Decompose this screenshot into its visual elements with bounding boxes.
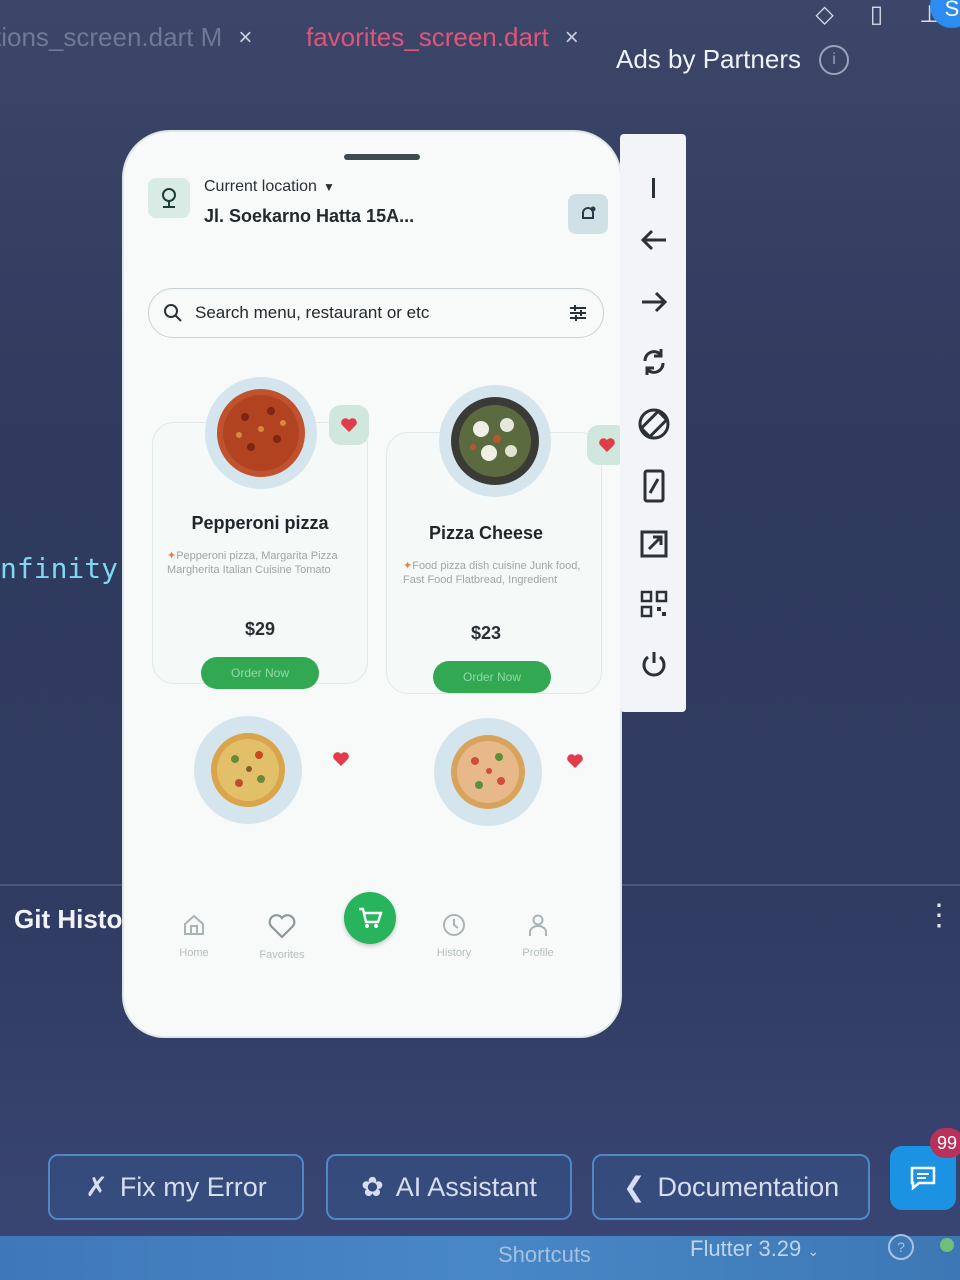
info-icon[interactable]: i (818, 44, 849, 75)
forward-arrow-icon[interactable] (634, 282, 674, 322)
heart-icon[interactable] (560, 746, 590, 776)
chevron-down-icon: ▼ (322, 180, 335, 194)
cart-icon (359, 907, 383, 928)
ads-text: Ads by Partners (616, 44, 801, 74)
shield-icon[interactable]: ◇ (815, 0, 833, 28)
notch (344, 154, 420, 160)
food-description-text: Pepperoni pizza, Margarita Pizza Margher… (167, 550, 338, 576)
flutter-version-selector[interactable]: Flutter 3.29 ⌄ (690, 1236, 819, 1262)
power-icon[interactable] (634, 644, 674, 684)
user-icon (529, 914, 547, 936)
pepperoni-pizza-image (205, 377, 317, 489)
ai-assistant-button[interactable]: ✿ AI Assistant (326, 1154, 572, 1220)
search-icon (164, 304, 182, 322)
close-icon[interactable]: × (238, 24, 252, 52)
filter-icon[interactable] (567, 302, 589, 324)
favorite-button[interactable] (329, 405, 369, 445)
pizza-image (434, 718, 542, 826)
fix-my-error-button[interactable]: ✗ Fix my Error (48, 1154, 304, 1220)
location-value: Jl. Soekarno Hatta 15A... (204, 206, 415, 226)
food-name: Pepperoni pizza (191, 513, 329, 533)
open-external-icon[interactable] (634, 524, 674, 564)
clock-icon (443, 914, 465, 936)
code-fragment: nfinity) (0, 552, 135, 585)
rotate-icon[interactable] (634, 404, 674, 444)
food-price: $23 (470, 623, 502, 643)
tab-label: tions_screen.dart M (0, 22, 223, 52)
nav-label: History (436, 947, 472, 959)
tab-label: favorites_screen.dart (306, 22, 549, 52)
flutter-version-label: Flutter 3.29 (690, 1236, 802, 1261)
heart-outline-icon (268, 914, 296, 939)
fix-my-error-label: Fix my Error (119, 1171, 267, 1202)
bell-icon (582, 206, 596, 219)
nav-item-profile[interactable]: Profile (498, 912, 578, 959)
nav-item-favorites[interactable]: Favorites (242, 912, 322, 961)
wand-icon: ✗ (85, 1171, 108, 1202)
tab-previous-file[interactable]: tions_screen.dart M × (0, 22, 252, 53)
ai-icon: ✿ (361, 1171, 384, 1202)
favorite-button[interactable] (587, 425, 620, 465)
food-name: Pizza Cheese (428, 523, 544, 543)
notification-button[interactable] (568, 194, 608, 234)
flutter-logo-icon: ❮ (622, 1171, 646, 1202)
ads-label[interactable]: Ads by Partners i (616, 44, 849, 75)
nav-label: Profile (522, 947, 554, 959)
qr-code-icon[interactable] (634, 584, 674, 624)
location-selector[interactable]: Current location ▼ (204, 178, 335, 196)
close-icon[interactable]: × (565, 24, 579, 52)
location-label: Current location (204, 178, 317, 195)
heart-icon (341, 418, 357, 432)
nav-label: Home (179, 947, 209, 959)
chevron-down-icon: ⌄ (807, 1243, 820, 1259)
heart-icon[interactable] (326, 744, 356, 774)
pizza-image (194, 716, 302, 824)
minimize-icon[interactable] (634, 168, 674, 208)
order-now-button[interactable]: Order Now (201, 657, 319, 689)
device-icon[interactable]: ▯ (870, 0, 883, 28)
documentation-label: Documentation (657, 1171, 840, 1202)
help-icon[interactable]: ? (888, 1234, 914, 1260)
search-input[interactable] (193, 302, 567, 324)
emulator-toolbar (620, 134, 686, 712)
food-description-text: Food pizza dish cuisine Junk food, Fast … (403, 560, 581, 586)
ai-assistant-label: AI Assistant (395, 1171, 537, 1202)
nav-item-home[interactable]: Home (154, 912, 234, 959)
food-card[interactable]: Pepperoni pizza ✦Pepperoni pizza, Margar… (152, 377, 369, 689)
phone-emulator-screen: Current location ▼ Jl. Soekarno Hatta 15A… (124, 132, 620, 1036)
order-now-button[interactable]: Order Now (433, 661, 551, 693)
nav-label: Favorites (259, 949, 305, 961)
nav-item-history[interactable]: History (414, 912, 494, 959)
food-price: $29 (244, 619, 276, 639)
shortcuts-link[interactable]: Shortcuts (498, 1242, 591, 1268)
editor-tab-bar: tions_screen.dart M × favorites_screen.d… (0, 0, 960, 100)
food-card[interactable]: Pizza Cheese ✦Food pizza dish cuisine Ju… (386, 385, 620, 694)
notification-badge: 99 (930, 1128, 960, 1158)
bottom-navigation: Home Favorites History Profile (124, 892, 620, 1036)
tab-favorites-screen[interactable]: favorites_screen.dart × (306, 22, 579, 53)
search-bar (148, 288, 604, 338)
heart-icon (599, 438, 615, 452)
status-indicator (940, 1238, 954, 1252)
home-icon (184, 914, 204, 935)
location-pin-icon (148, 178, 190, 218)
cart-button[interactable] (344, 892, 396, 944)
cheese-pizza-image (439, 385, 551, 497)
food-description: ✦Pepperoni pizza, Margarita Pizza Marghe… (167, 550, 338, 576)
refresh-icon[interactable] (634, 342, 674, 382)
documentation-button[interactable]: ❮ Documentation (592, 1154, 870, 1220)
chat-icon (910, 1166, 936, 1191)
food-description: ✦Food pizza dish cuisine Junk food, Fast… (403, 560, 581, 586)
git-history-title[interactable]: Git Histor (14, 904, 132, 935)
back-arrow-icon[interactable] (634, 220, 674, 260)
device-frame-icon[interactable] (634, 466, 674, 506)
more-options-icon[interactable]: ⋮ (924, 901, 954, 931)
